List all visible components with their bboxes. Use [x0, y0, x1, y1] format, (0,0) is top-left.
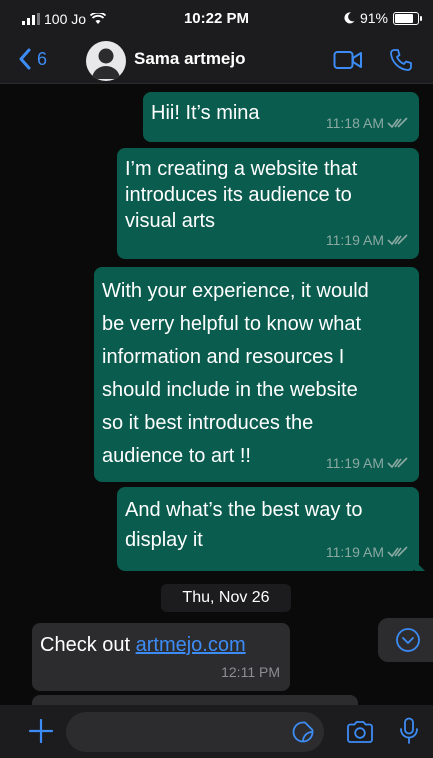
phone-icon — [390, 49, 412, 71]
contact-name[interactable]: Sama artmejo — [134, 49, 246, 69]
message-time: 12:11 PM — [221, 664, 280, 680]
chevron-down-circle-icon — [396, 628, 420, 652]
message-bubble[interactable]: I’m creating a website that introduces i… — [117, 148, 419, 259]
microphone-button[interactable] — [399, 717, 419, 750]
scroll-to-bottom-button[interactable] — [378, 618, 433, 662]
message-link[interactable]: artmejo.com — [136, 634, 246, 656]
plus-icon — [28, 718, 54, 744]
message-prefix: Check out — [40, 634, 136, 656]
read-receipt-icon — [387, 117, 408, 129]
message-input[interactable] — [66, 712, 324, 752]
moon-icon — [344, 12, 355, 24]
chat-header: 6 Sama artmejo — [0, 38, 433, 84]
message-bubble[interactable]: Check out artmejo.com 12:11 PM — [32, 623, 290, 691]
message-meta: 11:19 AM — [326, 539, 409, 565]
camera-button[interactable] — [346, 721, 374, 748]
message-time: 11:18 AM — [325, 115, 384, 131]
person-icon — [92, 48, 120, 79]
unread-count: 6 — [37, 48, 48, 69]
sticker-button[interactable] — [292, 721, 314, 748]
message-bubble[interactable]: With your experience, it would be verry … — [94, 267, 419, 482]
message-meta: 12:11 PM — [221, 659, 280, 685]
battery-percent: 91% — [359, 10, 388, 26]
read-receipt-icon — [387, 234, 408, 246]
video-call-button[interactable] — [333, 50, 363, 75]
message-text: Hii! It’s mina — [151, 102, 260, 124]
message-bubble-partial[interactable] — [32, 695, 358, 705]
bubble-tail — [415, 561, 425, 571]
message-bubble[interactable]: And what’s the best way to display it 11… — [117, 487, 425, 571]
input-bar — [0, 705, 433, 758]
chat-area[interactable]: Hii! It’s mina 11:18 AM I’m creating a w… — [0, 84, 433, 705]
battery-level — [395, 13, 413, 23]
camera-icon — [347, 721, 373, 743]
status-right: 91% — [344, 10, 422, 26]
attach-button[interactable] — [28, 718, 54, 749]
read-receipt-icon — [387, 546, 408, 558]
message-time: 11:19 AM — [325, 455, 384, 471]
chevron-left-icon — [19, 48, 31, 70]
message-text: Check out artmejo.com — [40, 632, 246, 658]
back-button[interactable]: 6 — [18, 48, 47, 70]
read-receipt-icon — [387, 457, 408, 469]
message-time: 11:19 AM — [325, 232, 384, 248]
message-bubble[interactable]: Hii! It’s mina 11:18 AM — [143, 92, 419, 142]
sticker-icon — [292, 721, 314, 743]
video-camera-icon — [333, 51, 362, 69]
message-text: I’m creating a website that introduces i… — [125, 158, 358, 232]
avatar[interactable] — [86, 41, 126, 81]
date-separator: Thu, Nov 26 — [161, 584, 291, 612]
microphone-icon — [400, 717, 418, 744]
message-meta: 11:18 AM — [326, 110, 409, 136]
message-meta: 11:19 AM — [326, 450, 409, 476]
battery-icon — [393, 11, 422, 25]
message-text: With your experience, it would be verry … — [102, 280, 369, 467]
status-bar: 100 Jo 10:22 PM 91% — [0, 0, 433, 38]
voice-call-button[interactable] — [389, 48, 413, 77]
message-time: 11:19 AM — [325, 544, 384, 560]
message-meta: 11:19 AM — [326, 227, 409, 253]
